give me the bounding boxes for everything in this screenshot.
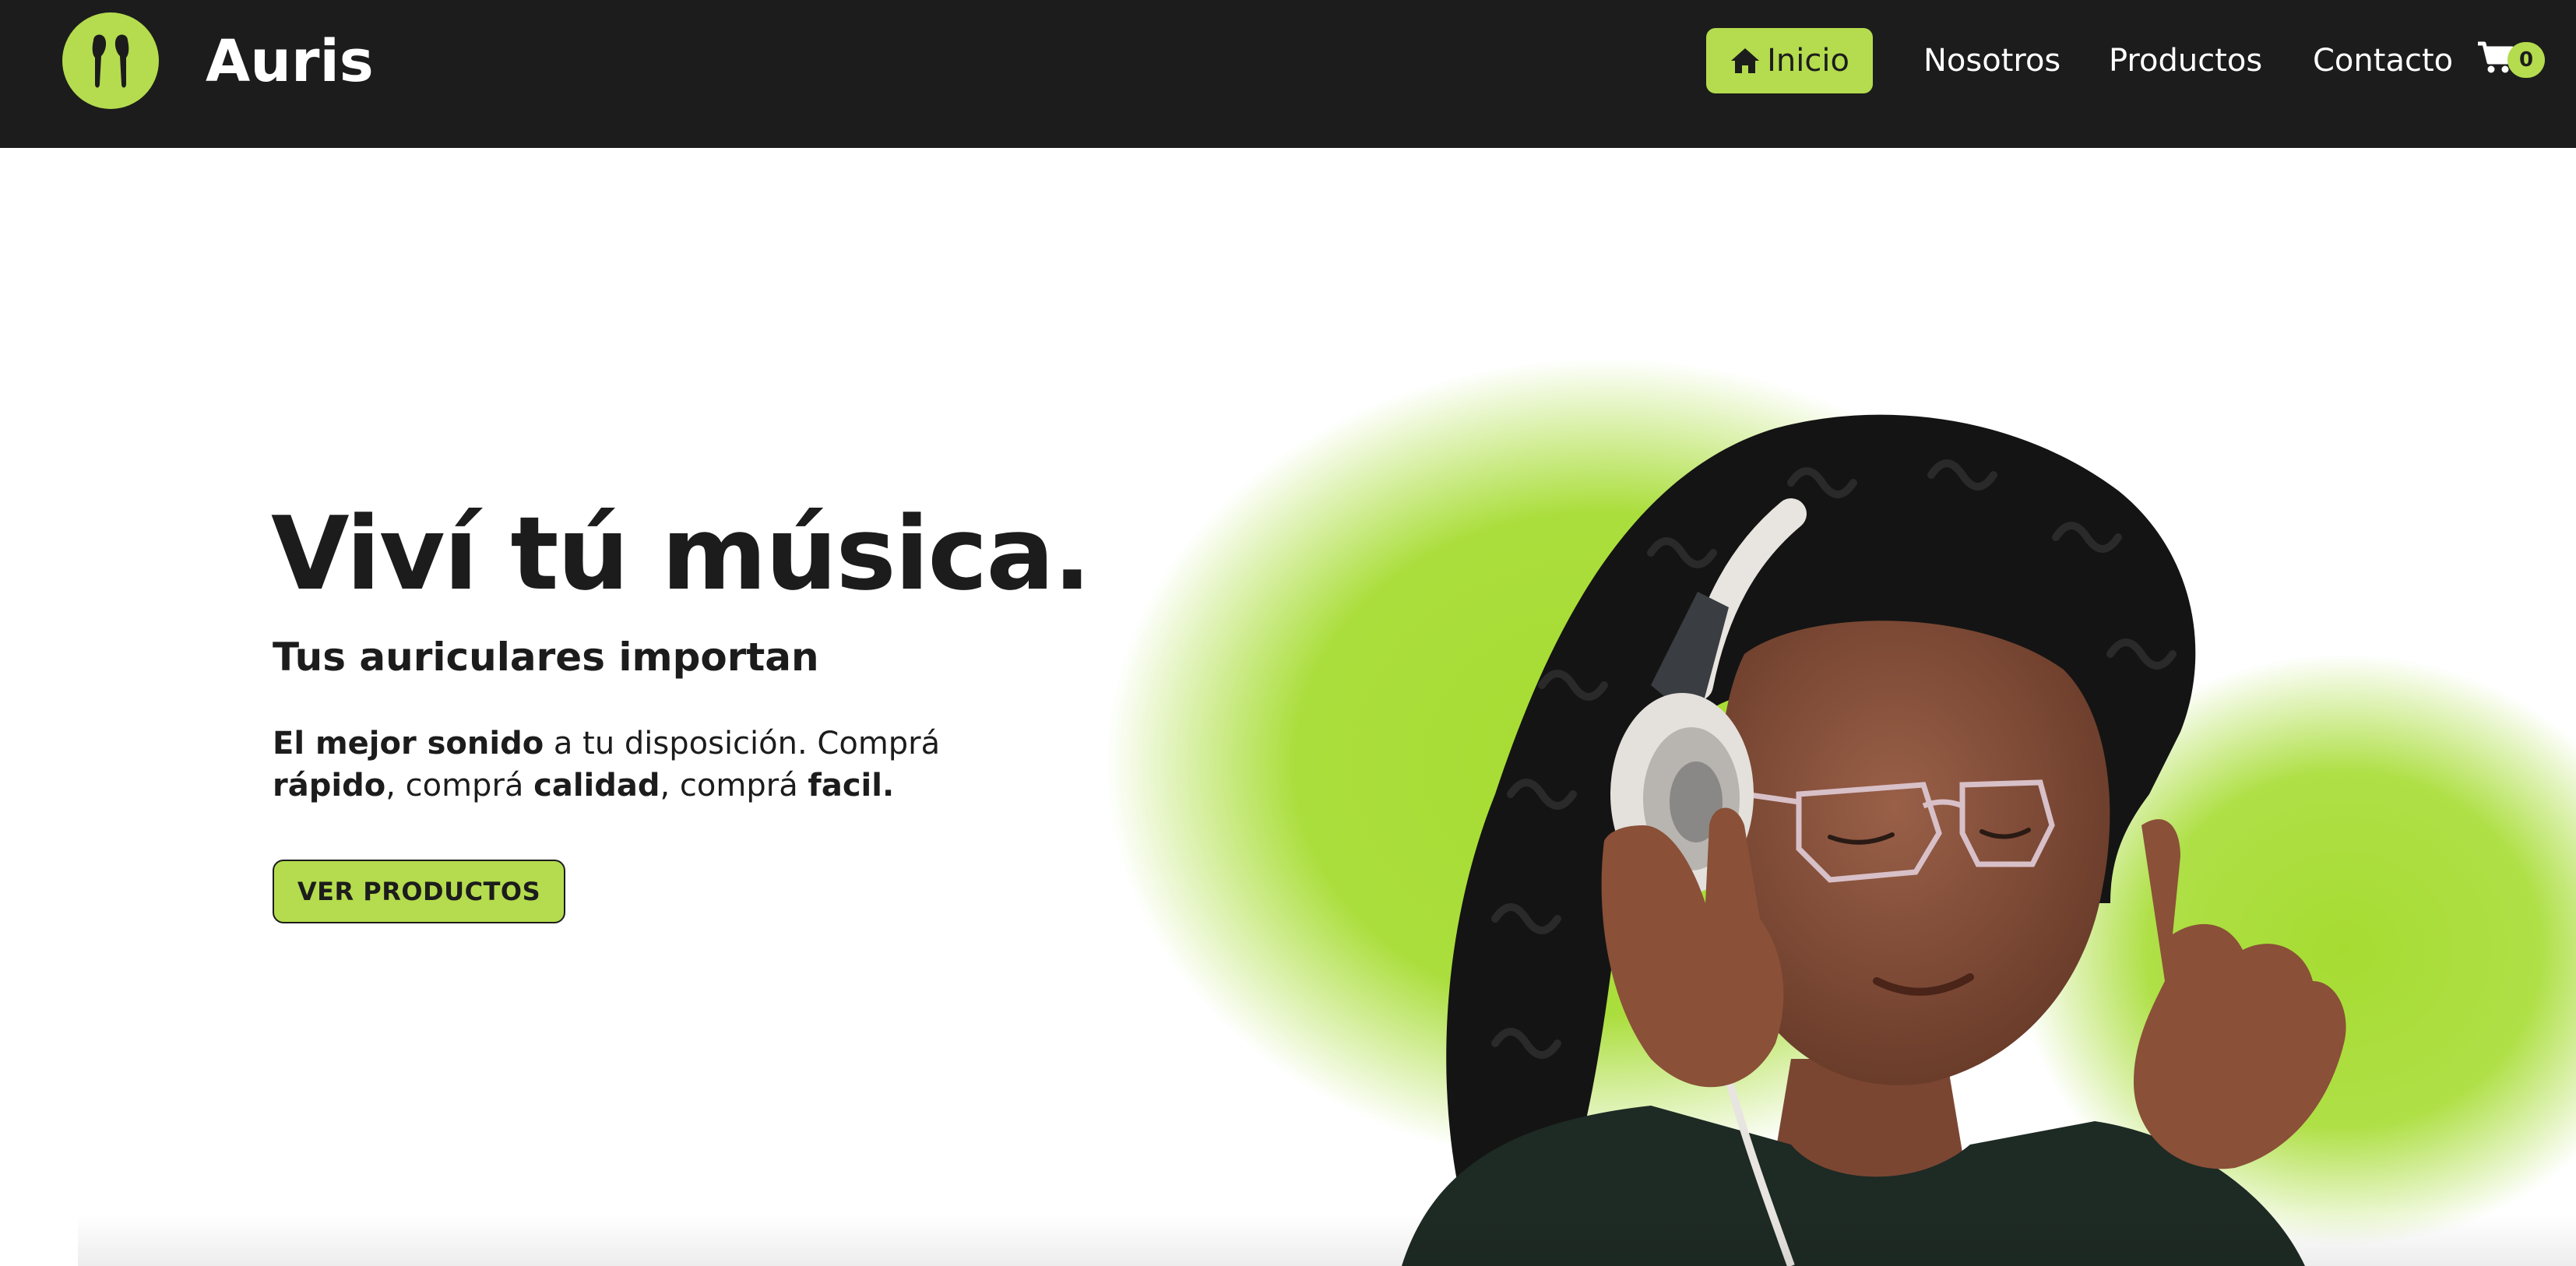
- nav-link-nosotros[interactable]: Nosotros: [1923, 31, 2060, 90]
- desc-text-1: a tu disposición. Comprá: [544, 726, 941, 761]
- section-divider-shadow: [78, 1215, 2576, 1266]
- nav-home-button[interactable]: Inicio: [1706, 28, 1873, 93]
- nav-link-contacto[interactable]: Contacto: [2313, 31, 2453, 90]
- desc-bold-sonido: El mejor sonido: [273, 726, 544, 761]
- desc-bold-rapido: rápido: [273, 768, 386, 804]
- house-icon: [1731, 48, 1760, 73]
- cart-count-badge: 0: [2507, 42, 2545, 78]
- navbar: Auris Inicio Nosotros Productos Contacto…: [0, 0, 2576, 148]
- earbuds-icon[interactable]: [62, 12, 159, 109]
- nav-home-label: Inicio: [1767, 43, 1849, 79]
- hero-title: Viví tú música.: [271, 494, 1092, 613]
- desc-text-2: , comprá: [385, 768, 534, 804]
- desc-bold-calidad: calidad: [533, 768, 660, 804]
- ver-productos-button[interactable]: VER PRODUCTOS: [273, 860, 565, 923]
- hero-subtitle: Tus auriculares importan: [273, 635, 819, 680]
- brand-name[interactable]: Auris: [206, 26, 374, 97]
- hero-description: El mejor sonido a tu disposición. Comprá…: [273, 723, 973, 807]
- hero-image-woman-headphones: [1106, 358, 2576, 1266]
- page: Auris Inicio Nosotros Productos Contacto…: [0, 0, 2576, 1266]
- nav-link-productos[interactable]: Productos: [2109, 31, 2262, 90]
- desc-bold-facil: facil.: [808, 768, 895, 804]
- desc-text-3: , comprá: [660, 768, 808, 804]
